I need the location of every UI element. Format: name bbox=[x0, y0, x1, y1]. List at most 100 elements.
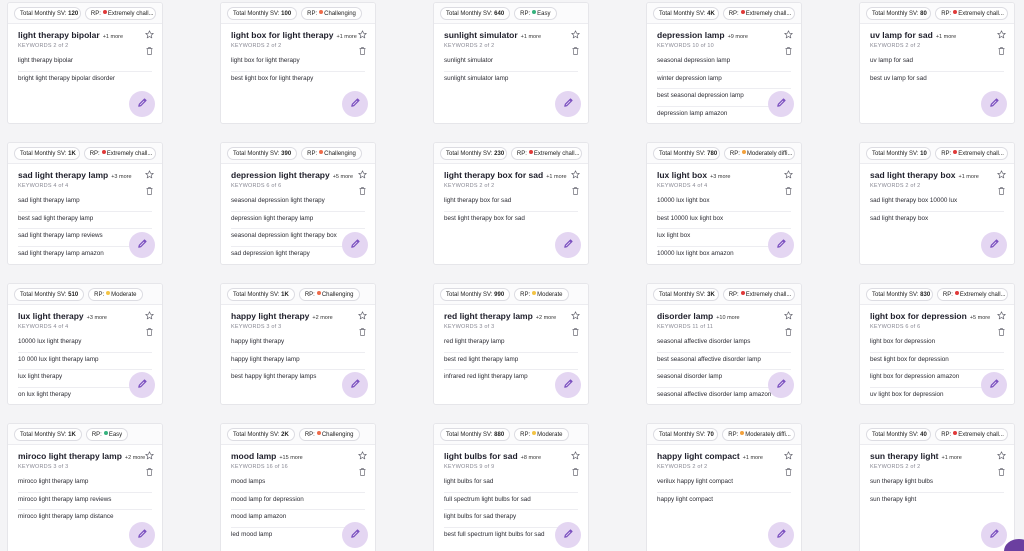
keyword-cluster-card[interactable]: Total Monthly SV: 70 RP: Moderately diffi.… bbox=[646, 423, 802, 551]
edit-button[interactable] bbox=[981, 232, 1007, 258]
trash-icon[interactable] bbox=[998, 463, 1005, 476]
trash-icon[interactable] bbox=[998, 42, 1005, 55]
more-keywords-count[interactable]: +5 more bbox=[970, 315, 990, 321]
cluster-title[interactable]: light box for light therapy bbox=[231, 30, 333, 40]
star-icon[interactable] bbox=[997, 170, 1006, 179]
keyword-cluster-card[interactable]: Total Monthly SV: 80 RP: Extremely chall..… bbox=[859, 2, 1015, 124]
more-keywords-count[interactable]: +1 more bbox=[941, 455, 961, 461]
keyword-cluster-card[interactable]: Total Monthly SV: 510 RP: Moderate lux ligh… bbox=[7, 283, 163, 405]
cluster-title[interactable]: disorder lamp bbox=[657, 311, 713, 321]
cluster-title[interactable]: lux light therapy bbox=[18, 311, 84, 321]
edit-button[interactable] bbox=[342, 522, 368, 548]
edit-button[interactable] bbox=[129, 91, 155, 117]
cluster-title[interactable]: light therapy box for sad bbox=[444, 170, 543, 180]
cluster-title[interactable]: sunlight simulator bbox=[444, 30, 518, 40]
keyword-cluster-card[interactable]: Total Monthly SV: 40 RP: Extremely chall..… bbox=[859, 423, 1015, 551]
more-keywords-count[interactable]: +3 more bbox=[87, 315, 107, 321]
keyword-cluster-card[interactable]: Total Monthly SV: 640 RP: Easy sunlight sim… bbox=[433, 2, 589, 124]
star-icon[interactable] bbox=[145, 451, 154, 460]
trash-icon[interactable] bbox=[146, 42, 153, 55]
star-icon[interactable] bbox=[571, 311, 580, 320]
more-keywords-count[interactable]: +1 more bbox=[546, 174, 566, 180]
more-keywords-count[interactable]: +1 more bbox=[521, 34, 541, 40]
star-icon[interactable] bbox=[358, 451, 367, 460]
more-keywords-count[interactable]: +5 more bbox=[333, 174, 353, 180]
more-keywords-count[interactable]: +15 more bbox=[279, 455, 302, 461]
keyword-cluster-card[interactable]: Total Monthly SV: 3K RP: Extremely chall..… bbox=[646, 283, 802, 405]
edit-button[interactable] bbox=[768, 372, 794, 398]
more-keywords-count[interactable]: +1 more bbox=[336, 34, 356, 40]
more-keywords-count[interactable]: +1 more bbox=[743, 455, 763, 461]
star-icon[interactable] bbox=[358, 170, 367, 179]
trash-icon[interactable] bbox=[359, 42, 366, 55]
edit-button[interactable] bbox=[981, 522, 1007, 548]
keyword-cluster-card[interactable]: Total Monthly SV: 10 RP: Extremely chall..… bbox=[859, 142, 1015, 265]
trash-icon[interactable] bbox=[359, 182, 366, 195]
edit-button[interactable] bbox=[555, 522, 581, 548]
more-keywords-count[interactable]: +1 more bbox=[103, 34, 123, 40]
trash-icon[interactable] bbox=[785, 463, 792, 476]
star-icon[interactable] bbox=[997, 311, 1006, 320]
cluster-title[interactable]: depression light therapy bbox=[231, 170, 330, 180]
keyword-cluster-card[interactable]: Total Monthly SV: 1K RP: Easy miroco light … bbox=[7, 423, 163, 551]
more-keywords-count[interactable]: +1 more bbox=[959, 174, 979, 180]
keyword-cluster-card[interactable]: Total Monthly SV: 390 RP: Challenging depre… bbox=[220, 142, 376, 265]
star-icon[interactable] bbox=[784, 451, 793, 460]
edit-button[interactable] bbox=[342, 91, 368, 117]
trash-icon[interactable] bbox=[572, 463, 579, 476]
star-icon[interactable] bbox=[571, 30, 580, 39]
cluster-title[interactable]: uv lamp for sad bbox=[870, 30, 933, 40]
trash-icon[interactable] bbox=[572, 323, 579, 336]
edit-button[interactable] bbox=[342, 372, 368, 398]
star-icon[interactable] bbox=[571, 170, 580, 179]
keyword-cluster-card[interactable]: Total Monthly SV: 100 RP: Challenging light… bbox=[220, 2, 376, 124]
more-keywords-count[interactable]: +2 more bbox=[125, 455, 145, 461]
cluster-title[interactable]: depression lamp bbox=[657, 30, 725, 40]
keyword-cluster-card[interactable]: Total Monthly SV: 4K RP: Extremely chall..… bbox=[646, 2, 802, 124]
star-icon[interactable] bbox=[784, 30, 793, 39]
more-keywords-count[interactable]: +3 more bbox=[111, 174, 131, 180]
cluster-title[interactable]: happy light compact bbox=[657, 451, 740, 461]
trash-icon[interactable] bbox=[785, 182, 792, 195]
keyword-cluster-card[interactable]: Total Monthly SV: 120 RP: Extremely chall.… bbox=[7, 2, 163, 124]
more-keywords-count[interactable]: +10 more bbox=[716, 315, 739, 321]
star-icon[interactable] bbox=[358, 30, 367, 39]
star-icon[interactable] bbox=[571, 451, 580, 460]
star-icon[interactable] bbox=[145, 30, 154, 39]
more-keywords-count[interactable]: +3 more bbox=[710, 174, 730, 180]
keyword-cluster-card[interactable]: Total Monthly SV: 880 RP: Moderate light bu… bbox=[433, 423, 589, 551]
cluster-title[interactable]: red light therapy lamp bbox=[444, 311, 533, 321]
keyword-cluster-card[interactable]: Total Monthly SV: 780 RP: Moderately diffi… bbox=[646, 142, 802, 265]
cluster-title[interactable]: happy light therapy bbox=[231, 311, 309, 321]
more-keywords-count[interactable]: +1 more bbox=[936, 34, 956, 40]
edit-button[interactable] bbox=[555, 372, 581, 398]
cluster-title[interactable]: sun therapy light bbox=[870, 451, 938, 461]
star-icon[interactable] bbox=[784, 170, 793, 179]
more-keywords-count[interactable]: +2 more bbox=[536, 315, 556, 321]
keyword-cluster-card[interactable]: Total Monthly SV: 2K RP: Challenging mood l… bbox=[220, 423, 376, 551]
star-icon[interactable] bbox=[145, 170, 154, 179]
edit-button[interactable] bbox=[555, 91, 581, 117]
star-icon[interactable] bbox=[145, 311, 154, 320]
keyword-cluster-card[interactable]: Total Monthly SV: 830 RP: Extremely chall.… bbox=[859, 283, 1015, 405]
trash-icon[interactable] bbox=[998, 182, 1005, 195]
edit-button[interactable] bbox=[768, 522, 794, 548]
more-keywords-count[interactable]: +2 more bbox=[312, 315, 332, 321]
edit-button[interactable] bbox=[768, 232, 794, 258]
trash-icon[interactable] bbox=[998, 323, 1005, 336]
trash-icon[interactable] bbox=[146, 323, 153, 336]
trash-icon[interactable] bbox=[359, 323, 366, 336]
more-keywords-count[interactable]: +8 more bbox=[521, 455, 541, 461]
cluster-title[interactable]: miroco light therapy lamp bbox=[18, 451, 122, 461]
star-icon[interactable] bbox=[997, 30, 1006, 39]
edit-button[interactable] bbox=[555, 232, 581, 258]
keyword-cluster-card[interactable]: Total Monthly SV: 230 RP: Extremely chall.… bbox=[433, 142, 589, 265]
edit-button[interactable] bbox=[129, 232, 155, 258]
star-icon[interactable] bbox=[358, 311, 367, 320]
trash-icon[interactable] bbox=[359, 463, 366, 476]
keyword-cluster-card[interactable]: Total Monthly SV: 1K RP: Extremely chall..… bbox=[7, 142, 163, 265]
star-icon[interactable] bbox=[997, 451, 1006, 460]
edit-button[interactable] bbox=[129, 372, 155, 398]
cluster-title[interactable]: light bulbs for sad bbox=[444, 451, 518, 461]
star-icon[interactable] bbox=[784, 311, 793, 320]
